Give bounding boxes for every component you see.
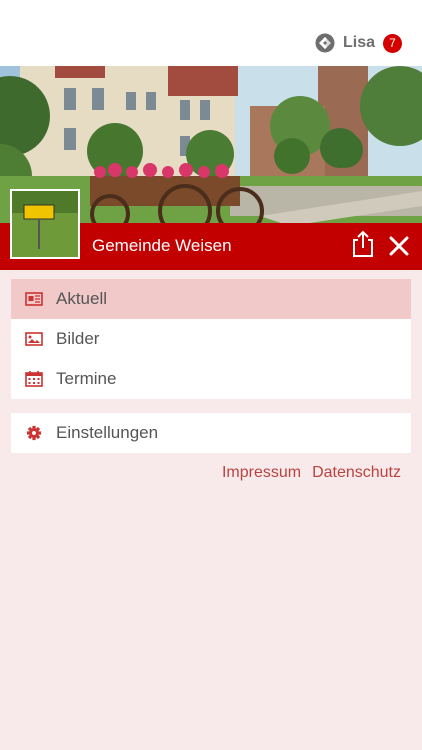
calendar-icon bbox=[25, 371, 43, 387]
datenschutz-link[interactable]: Datenschutz bbox=[312, 464, 401, 482]
menu-label: Aktuell bbox=[56, 289, 108, 308]
menu-item-termine[interactable]: Termine bbox=[11, 359, 411, 399]
top-bar: Lisa 7 bbox=[0, 0, 422, 66]
menu-label: Einstellungen bbox=[56, 423, 159, 442]
newspaper-icon bbox=[25, 292, 43, 306]
close-icon[interactable] bbox=[388, 235, 410, 257]
menu-item-einstellungen[interactable]: Einstellungen bbox=[11, 413, 411, 453]
community-title: Gemeinde Weisen bbox=[92, 236, 232, 255]
user-name: Lisa bbox=[342, 34, 375, 51]
community-thumbnail bbox=[10, 189, 80, 259]
image-icon bbox=[25, 332, 43, 346]
impressum-link[interactable]: Impressum bbox=[222, 464, 301, 482]
footer-links: Impressum Datenschutz bbox=[222, 464, 401, 482]
menu-item-bilder[interactable]: Bilder bbox=[11, 319, 411, 359]
menu-label: Bilder bbox=[56, 329, 100, 348]
notification-badge[interactable]: 7 bbox=[383, 33, 402, 53]
lisa-logo-icon bbox=[315, 33, 335, 53]
menu-item-aktuell[interactable]: Aktuell bbox=[11, 279, 411, 319]
settings-menu: Einstellungen bbox=[11, 413, 411, 453]
user-profile[interactable]: Lisa 7 bbox=[315, 33, 402, 53]
gear-icon bbox=[26, 425, 42, 441]
main-menu: Aktuell Bilder Termine bbox=[11, 279, 411, 399]
share-icon[interactable] bbox=[350, 230, 376, 258]
menu-label: Termine bbox=[56, 369, 117, 388]
